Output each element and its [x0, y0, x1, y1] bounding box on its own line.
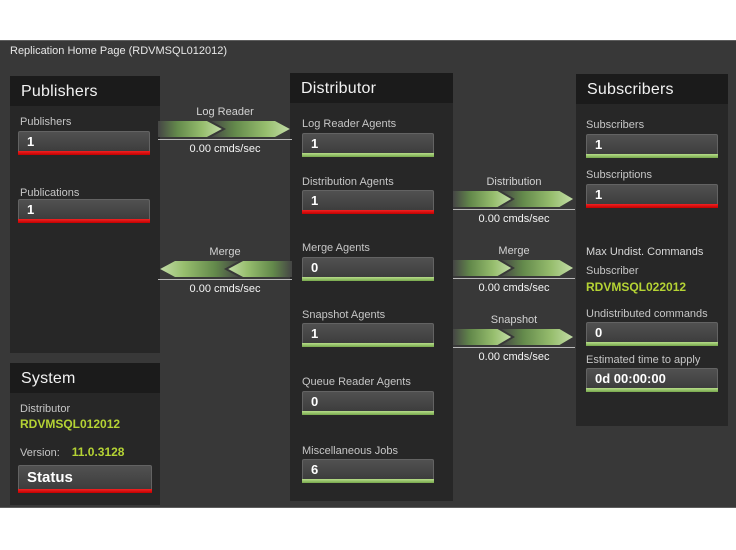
status-underline: [586, 204, 718, 208]
estimated-time-box[interactable]: 0d 00:00:00: [586, 368, 718, 392]
dashboard-content: Replication Home Page (RDVMSQL012012) Pu…: [0, 40, 736, 508]
flow-arrow-right-icon: [453, 191, 574, 207]
flow-merge-subscriber: Merge 0.00 cmds/sec: [453, 244, 575, 295]
subscribers-count-value: 1: [595, 137, 603, 152]
status-underline: [18, 489, 152, 493]
distributor-panel-header: Distributor: [290, 73, 453, 103]
flow-log-reader: Log Reader 0.00 cmds/sec: [158, 105, 292, 156]
flow-snapshot: Snapshot 0.00 cmds/sec: [453, 313, 575, 364]
status-underline: [302, 210, 434, 214]
status-underline: [302, 343, 434, 347]
flow-baseline: [453, 347, 575, 348]
log-reader-agents-label: Log Reader Agents: [302, 118, 397, 130]
flow-arrow-left-icon: [160, 261, 292, 277]
distribution-agents-value: 1: [311, 193, 319, 208]
subscribers-count-label: Subscribers: [586, 119, 645, 131]
snapshot-agents-label: Snapshot Agents: [302, 309, 386, 321]
publications-count-value: 1: [27, 202, 35, 217]
flow-distribution: Distribution 0.00 cmds/sec: [453, 175, 575, 226]
queue-reader-agents-box[interactable]: 0: [302, 391, 434, 415]
status-underline: [302, 411, 434, 415]
log-reader-agents-box[interactable]: 1: [302, 133, 434, 157]
publishers-panel: Publishers Publishers 1 Publications 1: [10, 76, 160, 353]
merge-agents-value: 0: [311, 260, 319, 275]
status-underline: [586, 342, 718, 346]
flow-distribution-rate: 0.00 cmds/sec: [478, 213, 550, 225]
max-undist-commands-section-label: Max Undist. Commands: [586, 246, 704, 258]
subscriptions-count-box[interactable]: 1: [586, 184, 718, 208]
publishers-count-value: 1: [27, 134, 35, 149]
subscriptions-count-value: 1: [595, 187, 603, 202]
subscribers-count-box[interactable]: 1: [586, 134, 718, 158]
publishers-count-label: Publishers: [20, 116, 72, 128]
flow-merge-publisher: Merge 0.00 cmds/sec: [158, 245, 292, 296]
status-underline: [586, 154, 718, 158]
snapshot-agents-value: 1: [311, 326, 319, 341]
undistributed-commands-label: Undistributed commands: [586, 308, 708, 320]
miscellaneous-jobs-value: 6: [311, 462, 319, 477]
distribution-agents-box[interactable]: 1: [302, 190, 434, 214]
flow-merge-subscriber-rate: 0.00 cmds/sec: [478, 282, 550, 294]
status-button[interactable]: Status: [18, 465, 152, 493]
system-panel: System Distributor RDVMSQL012012 Version…: [10, 363, 160, 505]
distributor-server-name: RDVMSQL012012: [20, 417, 121, 431]
merge-agents-label: Merge Agents: [302, 242, 370, 254]
miscellaneous-jobs-label: Miscellaneous Jobs: [302, 445, 398, 457]
publications-count-label: Publications: [20, 187, 80, 199]
subscriber-name-label: Subscriber: [586, 265, 639, 277]
undistributed-commands-box[interactable]: 0: [586, 322, 718, 346]
flow-baseline: [453, 278, 575, 279]
status-underline: [302, 277, 434, 281]
estimated-time-value: 0d 00:00:00: [595, 371, 666, 386]
flow-log-reader-rate: 0.00 cmds/sec: [189, 143, 261, 155]
distribution-agents-label: Distribution Agents: [302, 176, 394, 188]
flow-merge-subscriber-label: Merge: [498, 245, 530, 257]
status-button-label: Status: [27, 469, 73, 486]
distributor-panel: Distributor Log Reader Agents 1 Distribu…: [290, 73, 453, 501]
flow-log-reader-label: Log Reader: [196, 106, 254, 118]
snapshot-agents-box[interactable]: 1: [302, 323, 434, 347]
status-underline: [18, 151, 150, 155]
status-underline: [586, 388, 718, 392]
publishers-panel-header: Publishers: [10, 76, 160, 106]
publishers-count-box[interactable]: 1: [18, 131, 150, 155]
flow-baseline: [158, 279, 292, 280]
replication-home-page: Replication Home Page (RDVMSQL012012) Pu…: [0, 0, 736, 550]
flow-merge-publisher-rate: 0.00 cmds/sec: [189, 283, 261, 295]
merge-agents-box[interactable]: 0: [302, 257, 434, 281]
publications-count-box[interactable]: 1: [18, 199, 150, 223]
flow-snapshot-label: Snapshot: [490, 314, 538, 326]
estimated-time-label: Estimated time to apply: [586, 354, 701, 366]
subscribers-panel: Subscribers Subscribers 1 Subscriptions …: [576, 74, 728, 426]
subscriptions-count-label: Subscriptions: [586, 169, 653, 181]
page-title: Replication Home Page (RDVMSQL012012): [10, 45, 228, 57]
log-reader-agents-value: 1: [311, 136, 319, 151]
flow-snapshot-rate: 0.00 cmds/sec: [478, 351, 550, 363]
status-underline: [302, 479, 434, 483]
flow-baseline: [453, 209, 575, 210]
version-row: Version: 11.0.3128: [20, 445, 124, 459]
status-underline: [302, 153, 434, 157]
flow-arrow-right-icon: [453, 260, 574, 276]
miscellaneous-jobs-box[interactable]: 6: [302, 459, 434, 483]
undistributed-commands-value: 0: [595, 325, 603, 340]
status-underline: [18, 219, 150, 223]
version-value: 11.0.3128: [71, 445, 125, 459]
distributor-name-label: Distributor: [20, 403, 71, 415]
flow-distribution-label: Distribution: [486, 176, 542, 188]
queue-reader-agents-value: 0: [311, 394, 319, 409]
flow-baseline: [158, 139, 292, 140]
flow-arrow-right-icon: [453, 329, 574, 345]
flow-merge-publisher-label: Merge: [209, 246, 241, 258]
version-label: Version:: [20, 447, 60, 459]
system-panel-header: System: [10, 363, 160, 393]
subscribers-panel-header: Subscribers: [576, 74, 728, 104]
subscriber-server-name: RDVMSQL022012: [586, 280, 687, 294]
queue-reader-agents-label: Queue Reader Agents: [302, 376, 411, 388]
flow-arrow-right-icon: [158, 121, 290, 137]
